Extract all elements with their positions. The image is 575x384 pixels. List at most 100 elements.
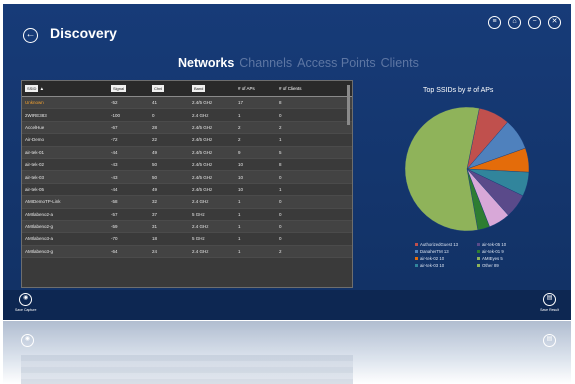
legend-item: air-tek-05 10 (477, 242, 527, 247)
cell-clients: 1 (279, 137, 282, 143)
tab-access-points[interactable]: Access Points (297, 56, 376, 70)
cell-signal: -100 (111, 112, 121, 118)
back-icon[interactable]: ← (23, 28, 38, 43)
legend-label: AMIEyes 5 (482, 256, 503, 261)
legend-swatch (415, 257, 418, 260)
save-capture-icon: ◉ (19, 293, 33, 306)
cell-signal: -58 (111, 199, 118, 205)
save-result-label: Save Result (540, 308, 559, 312)
cell-signal: -52 (111, 100, 118, 106)
table-row[interactable]: air-tek-02 -43 50 2.4/5 GHz 10 8 (22, 159, 352, 172)
table-row[interactable]: air-tek-03 -43 50 2.4/5 GHz 10 0 (22, 171, 352, 184)
cell-signal: -44 (111, 186, 118, 192)
cell-ssid: AMIlabeno3-g (25, 248, 54, 254)
cell-signal: -67 (111, 124, 118, 130)
tab-networks[interactable]: Networks (178, 56, 234, 70)
cell-ssid: air-tek-03 (25, 174, 45, 180)
tab-channels[interactable]: Channels (239, 56, 292, 70)
cell-clients: 5 (279, 149, 282, 155)
cell-clients: 0 (279, 112, 282, 118)
cell-signal: -44 (111, 149, 118, 155)
col-header-clients[interactable]: # of Clients (276, 86, 326, 91)
cell-signal: -57 (111, 211, 118, 217)
menu-icon[interactable]: ≡ (488, 16, 501, 29)
table-row[interactable]: Air-Demo -72 22 2.4/5 GHz 2 1 (22, 134, 352, 147)
cell-band: 2.4 GHz (192, 199, 209, 205)
save-result-button[interactable]: ▤ Save Result (540, 293, 559, 312)
cell-clients: 0 (279, 174, 282, 180)
cell-chnl: 0 (152, 112, 155, 118)
table-row[interactable]: air-tek-01 -44 49 2.4/5 GHz 9 5 (22, 146, 352, 159)
cell-signal: -70 (111, 236, 118, 242)
cell-clients: 0 (279, 211, 282, 217)
legend-label: air-tek-02 10 (420, 256, 445, 261)
bottom-app-bar: ◉ Save Capture ▤ Save Result (3, 290, 571, 320)
cell-chnl: 22 (152, 137, 158, 143)
table-row[interactable]: AMIlabeno3-g -64 24 2.4 GHz 1 2 (22, 245, 352, 259)
cell-band: 2.4 GHz (192, 248, 209, 254)
reflection-table (21, 355, 353, 384)
cell-clients: 0 (279, 236, 282, 242)
page-title: Discovery (50, 25, 117, 41)
cell-aps: 9 (238, 149, 241, 155)
cell-clients: 2 (279, 124, 282, 130)
cell-aps: 10 (238, 174, 244, 180)
cell-ssid: AMIDemoTP-Link (25, 199, 61, 205)
table-row[interactable]: AccelHue -67 28 2.4/5 GHz 2 2 (22, 121, 352, 135)
cell-clients: 8 (279, 100, 282, 106)
cell-aps: 1 (238, 211, 241, 217)
table-row[interactable]: Unknown -52 41 2.4/5 GHz 17 8 (22, 97, 352, 110)
table-scrollbar[interactable] (347, 85, 350, 125)
cell-band: 2.4/5 GHz (192, 174, 213, 180)
table-row[interactable]: 2WIRE383 -100 0 2.4 GHz 1 0 (22, 109, 352, 122)
close-icon[interactable]: ✕ (548, 16, 561, 29)
col-header-ssid[interactable]: SSID ▲ (22, 85, 108, 92)
app-root: ← Discovery ≡ ⌂ − ✕ Networks Channels Ac… (0, 0, 575, 384)
cell-signal: -59 (111, 224, 118, 230)
home-icon[interactable]: ⌂ (508, 16, 521, 29)
table-row[interactable]: air-tek-05 -44 49 2.4/5 GHz 10 1 (22, 184, 352, 197)
cell-chnl: 50 (152, 162, 158, 168)
legend-label: AuthorizedGuest 13 (420, 242, 458, 247)
reflection-result-icon: ▤ (543, 334, 556, 347)
table-row[interactable]: AMIlabeno2-a -57 37 5 GHz 1 0 (22, 209, 352, 221)
cell-band: 2.4/5 GHz (192, 162, 213, 168)
legend-swatch (477, 243, 480, 246)
cell-ssid: Unknown (25, 100, 44, 106)
cell-clients: 1 (279, 186, 282, 192)
cell-chnl: 50 (152, 174, 158, 180)
table-row[interactable]: AMIDemoTP-Link -58 32 2.4 GHz 1 0 (22, 196, 352, 209)
col-header-chnl[interactable]: Chnl (149, 85, 189, 92)
cell-aps: 10 (238, 162, 244, 168)
cell-aps: 2 (238, 137, 241, 143)
networks-table: SSID ▲ Signal Chnl Band # of APs # of Cl… (21, 80, 353, 288)
cell-aps: 10 (238, 186, 244, 192)
col-header-signal[interactable]: Signal (108, 85, 149, 92)
legend-label: air-tek-03 10 (420, 263, 445, 268)
save-capture-button[interactable]: ◉ Save Capture (15, 293, 36, 312)
cell-clients: 0 (279, 224, 282, 230)
discovery-window: ← Discovery ≡ ⌂ − ✕ Networks Channels Ac… (3, 4, 571, 290)
cell-band: 2.4 GHz (192, 224, 209, 230)
window-controls: ≡ ⌂ − ✕ (488, 16, 561, 29)
table-row[interactable]: AMIlabeno3-a -70 18 5 GHz 1 0 (22, 233, 352, 246)
table-header: SSID ▲ Signal Chnl Band # of APs # of Cl… (22, 81, 352, 97)
legend-label: Other 89 (482, 263, 499, 268)
cell-band: 5 GHz (192, 236, 205, 242)
table-row[interactable]: AMIlabeno2-g -59 31 2.4 GHz 1 0 (22, 220, 352, 234)
cell-band: 2.4/5 GHz (192, 137, 213, 143)
minimize-icon[interactable]: − (528, 16, 541, 29)
cell-band: 2.4 GHz (192, 112, 209, 118)
reflection-capture-icon: ◉ (21, 334, 34, 347)
ssid-pie-chart (404, 106, 530, 232)
cell-clients: 2 (279, 248, 282, 254)
col-header-aps[interactable]: # of APs (235, 86, 276, 91)
cell-signal: -43 (111, 174, 118, 180)
cell-ssid: AMIlabeno2-a (25, 211, 54, 217)
col-header-band[interactable]: Band (189, 85, 235, 92)
cell-aps: 1 (238, 248, 241, 254)
cell-aps: 1 (238, 112, 241, 118)
cell-ssid: 2WIRE383 (25, 112, 47, 118)
legend-swatch (415, 250, 418, 253)
tab-clients[interactable]: Clients (381, 56, 419, 70)
